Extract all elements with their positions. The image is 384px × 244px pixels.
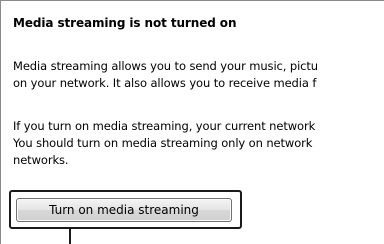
panel-heading: Media streaming is not turned on bbox=[13, 16, 237, 30]
description-paragraph: Media streaming allows you to send your … bbox=[13, 58, 318, 92]
warning-line: You should turn on media streaming only … bbox=[13, 136, 313, 150]
callout-pointer-line bbox=[69, 229, 71, 244]
warning-line: networks. bbox=[13, 153, 69, 167]
media-streaming-panel: Media streaming is not turned on Media s… bbox=[0, 0, 384, 244]
description-line: Media streaming allows you to send your … bbox=[13, 59, 318, 73]
description-line: on your network. It also allows you to r… bbox=[13, 76, 317, 90]
warning-paragraph: If you turn on media streaming, your cur… bbox=[13, 118, 315, 169]
turn-on-media-streaming-button[interactable]: Turn on media streaming bbox=[16, 198, 232, 222]
warning-line: If you turn on media streaming, your cur… bbox=[13, 119, 316, 133]
